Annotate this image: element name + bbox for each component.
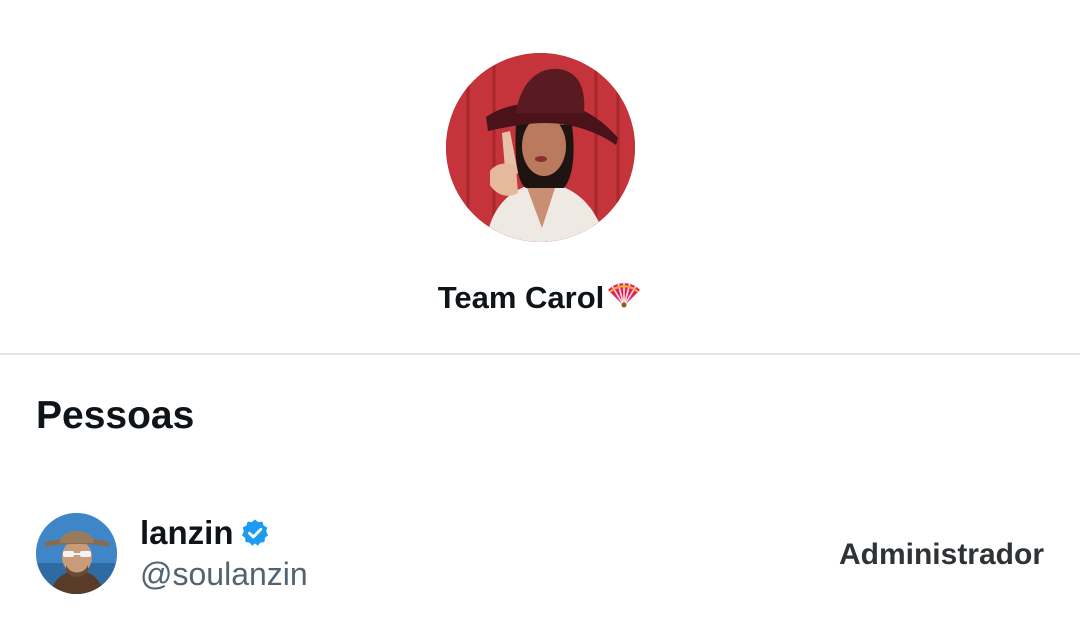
member-row[interactable]: lanzin @soulanzin Administrador (0, 495, 1080, 613)
folding-fan-icon (606, 278, 642, 318)
member-name-line: lanzin (140, 513, 270, 553)
member-avatar-image (36, 513, 117, 594)
member-avatar[interactable] (36, 513, 117, 594)
people-section-title: Pessoas (36, 394, 195, 437)
section-divider (0, 353, 1080, 355)
group-title-line: Team Carol (0, 278, 1080, 320)
group-header: Team Carol (0, 0, 1080, 353)
group-avatar-image (446, 53, 635, 242)
member-name: lanzin (140, 514, 234, 551)
group-avatar[interactable] (446, 53, 635, 242)
verified-badge-icon (240, 518, 270, 548)
member-handle: @soulanzin (140, 556, 308, 592)
group-name: Team Carol (437, 280, 605, 315)
member-role-label: Administrador (838, 538, 1044, 571)
